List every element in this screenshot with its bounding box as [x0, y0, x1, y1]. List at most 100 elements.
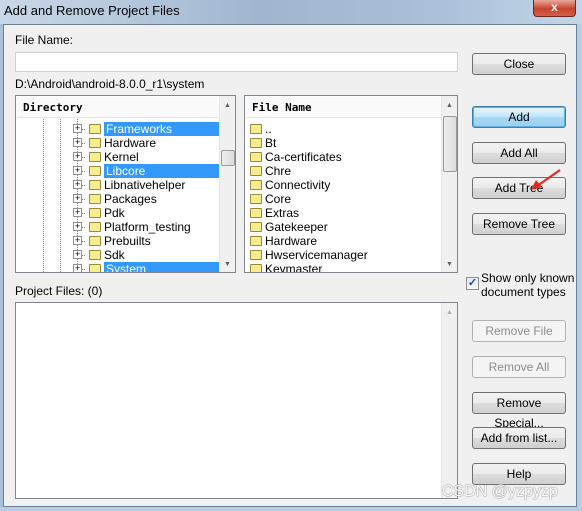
project-files-label: Project Files: (0) [15, 284, 103, 298]
directory-item-label: Sdk [104, 248, 125, 262]
file-item-label: Chre [265, 164, 292, 178]
directory-item[interactable]: + Hardware [16, 136, 220, 150]
title-bar: Add and Remove Project Files x [0, 0, 582, 24]
file-item[interactable]: Chre [245, 164, 441, 178]
add-from-list-label: Add from list... [480, 431, 558, 445]
scroll-thumb[interactable] [221, 150, 235, 166]
expand-plus-icon[interactable]: + [73, 124, 82, 133]
folder-icon [250, 166, 262, 176]
file-item-label: Hwservicemanager [265, 248, 368, 262]
file-item[interactable]: Ca-certificates [245, 150, 441, 164]
directory-item[interactable]: + Prebuilts [16, 234, 220, 248]
project-files-scrollbar[interactable]: ▲ [441, 303, 457, 498]
file-list-scrollbar[interactable]: ▲ ▼ [441, 96, 457, 272]
folder-icon [89, 194, 101, 204]
file-item[interactable]: Hwservicemanager [245, 248, 441, 262]
directory-item[interactable]: + System [16, 262, 220, 272]
folder-icon [89, 138, 101, 148]
expand-plus-icon[interactable]: + [73, 138, 82, 147]
scroll-thumb[interactable] [443, 116, 457, 172]
annotation-arrow-icon [531, 169, 561, 190]
expand-plus-icon[interactable]: + [73, 152, 82, 161]
scroll-down-icon[interactable]: ▼ [446, 261, 453, 268]
directory-item[interactable]: + Frameworks [16, 122, 220, 136]
scroll-down-icon[interactable]: ▼ [224, 261, 231, 268]
expand-plus-icon[interactable]: + [73, 222, 82, 231]
file-item-label: Extras [265, 206, 300, 220]
help-label: Help [506, 467, 532, 481]
file-name-label: File Name: [15, 33, 74, 47]
file-name-input[interactable] [15, 52, 458, 72]
directory-item[interactable]: + Libcore [16, 164, 220, 178]
directory-scrollbar[interactable]: ▲ ▼ [219, 96, 235, 272]
watermark: CSDN @yzpyzp [442, 483, 558, 500]
add-all-label: Add All [500, 146, 538, 160]
folder-icon [89, 124, 101, 134]
add-button[interactable]: Add [472, 106, 566, 128]
help-button[interactable]: Help [472, 463, 566, 485]
directory-item-label: Libcore [104, 164, 219, 178]
expand-plus-icon[interactable]: + [73, 264, 82, 272]
file-item[interactable]: Hardware [245, 234, 441, 248]
file-name-header: File Name [246, 97, 442, 118]
remove-file-button[interactable]: Remove File [472, 320, 566, 342]
file-item[interactable]: Connectivity [245, 178, 441, 192]
file-item-label: Gatekeeper [265, 220, 328, 234]
expand-plus-icon[interactable]: + [73, 236, 82, 245]
window-frame [0, 507, 582, 511]
file-item[interactable]: .. [245, 122, 441, 136]
directory-item-label: Packages [104, 192, 157, 206]
file-item[interactable]: Keymaster [245, 262, 441, 272]
folder-icon [89, 152, 101, 162]
directory-item[interactable]: + Packages [16, 192, 220, 206]
file-item[interactable]: Extras [245, 206, 441, 220]
directory-tree[interactable]: Directory + Frameworks + Hardware + Kern… [15, 95, 236, 273]
expand-plus-icon[interactable]: + [73, 194, 82, 203]
directory-header: Directory [17, 97, 220, 118]
show-known-types-checkbox[interactable]: ✓ [466, 277, 479, 290]
folder-icon [250, 264, 262, 272]
directory-item[interactable]: + Kernel [16, 150, 220, 164]
expand-plus-icon[interactable]: + [73, 166, 82, 175]
scroll-up-icon[interactable]: ▲ [224, 102, 231, 109]
add-all-button[interactable]: Add All [472, 142, 566, 164]
expand-plus-icon[interactable]: + [73, 180, 82, 189]
folder-icon [89, 250, 101, 260]
window-frame [577, 24, 582, 511]
remove-special-button[interactable]: Remove Special... [472, 392, 566, 430]
folder-icon [250, 138, 262, 148]
parent-folder-icon [250, 124, 262, 134]
file-item[interactable]: Core [245, 192, 441, 206]
close-button[interactable]: Close [472, 53, 566, 75]
remove-tree-label: Remove Tree [482, 217, 556, 231]
close-window-button[interactable]: x [533, 0, 576, 17]
expand-plus-icon[interactable]: + [73, 250, 82, 259]
file-item-label: Connectivity [265, 178, 331, 192]
expand-plus-icon[interactable]: + [73, 208, 82, 217]
folder-icon [89, 222, 101, 232]
show-known-label-2: document types [481, 285, 566, 299]
add-label: Add [508, 110, 530, 124]
directory-item-label: Libnativehelper [104, 178, 186, 192]
folder-icon [250, 194, 262, 204]
directory-item[interactable]: + Sdk [16, 248, 220, 262]
remove-all-button[interactable]: Remove All [472, 356, 566, 378]
scroll-up-icon[interactable]: ▲ [446, 309, 453, 316]
file-item[interactable]: Gatekeeper [245, 220, 441, 234]
directory-item[interactable]: + Platform_testing [16, 220, 220, 234]
directory-item[interactable]: + Pdk [16, 206, 220, 220]
scroll-up-icon[interactable]: ▲ [446, 102, 453, 109]
show-known-label-1: Show only known [481, 271, 575, 285]
folder-icon [250, 236, 262, 246]
add-from-list-button[interactable]: Add from list... [472, 427, 566, 449]
folder-icon [89, 180, 101, 190]
remove-file-label: Remove File [485, 324, 553, 338]
file-list[interactable]: File Name .. Bt Ca-certificates Chre Con… [244, 95, 458, 273]
directory-item[interactable]: + Libnativehelper [16, 178, 220, 192]
folder-icon [89, 208, 101, 218]
remove-tree-button[interactable]: Remove Tree [472, 213, 566, 235]
file-item[interactable]: Bt [245, 136, 441, 150]
directory-item-label: Frameworks [104, 122, 219, 136]
project-files-list[interactable]: ▲ [15, 302, 458, 499]
window-title: Add and Remove Project Files [4, 3, 180, 18]
